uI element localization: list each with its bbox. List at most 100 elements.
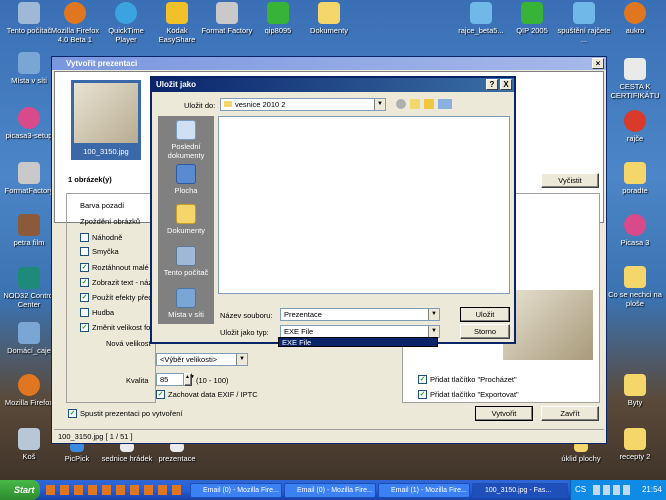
save-in-label: Uložit do:: [184, 101, 216, 110]
show-text-checkbox[interactable]: ✓: [80, 278, 89, 287]
desktop-icon-picasa[interactable]: Picasa 3: [606, 214, 664, 247]
status-text: 100_3150.jpg [ 1 / 51 ]: [58, 432, 133, 441]
save-button[interactable]: Uložit: [460, 307, 510, 322]
quality-range-label: (10 - 100): [196, 376, 229, 385]
thumbnail-selected[interactable]: 100_3150.jpg: [71, 80, 141, 160]
folder-icon: [624, 374, 646, 396]
picasa-icon: [624, 214, 646, 236]
language-indicator[interactable]: CS: [575, 480, 586, 500]
size-select[interactable]: <Výběr velikosti> ▼: [156, 353, 248, 366]
place-recent-documents[interactable]: Poslední dokumenty: [158, 120, 214, 160]
desktop-icon-domaci-caje[interactable]: Domácí_caje: [0, 322, 58, 355]
task-email-0-b[interactable]: Email (0) - Mozilla Fire...: [284, 483, 376, 498]
desktop-icon-byty[interactable]: Byty: [606, 374, 664, 407]
keep-exif-checkbox[interactable]: ✓: [156, 390, 165, 399]
desktop-icon-qip2005[interactable]: QIP 2005: [503, 2, 561, 35]
desktop-icon-firefox-beta[interactable]: Mozilla Firefox 4.0 Beta 1: [46, 2, 104, 44]
task-email-1[interactable]: Email (1) - Mozilla Fire...: [378, 483, 470, 498]
desktop-icon-co-se-nechci[interactable]: Co se nechci na ploše: [606, 266, 664, 308]
recycle-bin-icon: [18, 428, 40, 450]
music-checkbox[interactable]: [80, 308, 89, 317]
desktop-icon-uklid-plochy[interactable]: úklid plochy: [552, 442, 610, 463]
save-as-titlebar[interactable]: Uložit jako ? X: [152, 78, 514, 92]
resize-checkbox[interactable]: ✓: [80, 323, 89, 332]
desktop-icon-format-factory[interactable]: Format Factory: [198, 2, 256, 35]
taskbar: Start Email (0) - Mozilla Fire... Email …: [0, 480, 666, 500]
places-bar: Poslední dokumenty Plocha Dokumenty Tent…: [158, 116, 214, 324]
save-in-combo[interactable]: vesnice 2010 2 ▼: [220, 98, 386, 111]
desktop-icon-prezentace[interactable]: prezentace: [148, 442, 206, 463]
desktop-icon-petra-film[interactable]: petra film: [0, 214, 58, 247]
desktop-icon-mista-v-siti[interactable]: Místa v síti: [0, 52, 58, 85]
close-icon[interactable]: X: [500, 79, 512, 90]
place-my-computer[interactable]: Tento počítač: [158, 246, 214, 277]
desktop-icon-recepty[interactable]: recepty 2: [606, 428, 664, 461]
resize-label: Změnit velikost for: [92, 323, 153, 332]
quality-stepper[interactable]: ▲▼: [184, 373, 195, 386]
random-checkbox[interactable]: [80, 233, 89, 242]
desktop-icon: [176, 164, 196, 184]
create-slideshow-titlebar[interactable]: Vytvořit prezentaci ×: [52, 57, 606, 70]
place-network[interactable]: Místa v síti: [158, 288, 214, 319]
window-title: Vytvořit prezentaci: [66, 59, 138, 68]
random-label: Náhodně: [92, 233, 123, 242]
desktop-icon-aukro[interactable]: aukro: [606, 2, 664, 35]
new-folder-icon[interactable]: [424, 99, 434, 109]
recent-documents-icon: [176, 120, 196, 140]
add-exportovat-checkbox[interactable]: ✓: [418, 390, 427, 399]
firefox-icon: [624, 2, 646, 24]
start-after-checkbox[interactable]: ✓: [68, 409, 77, 418]
effects-label: Použít efekty přech: [92, 293, 157, 302]
task-email-0-a[interactable]: Email (0) - Mozilla Fire...: [190, 483, 282, 498]
qip-icon: [267, 2, 289, 24]
up-folder-icon[interactable]: [410, 99, 420, 109]
create-button[interactable]: Vytvořit: [475, 406, 533, 421]
desktop-icon-formatfactory[interactable]: FormatFactory: [0, 162, 58, 195]
keep-exif-label: Zachovat data EXIF / IPTC: [168, 390, 258, 399]
start-button[interactable]: Start: [0, 480, 40, 500]
desktop-icon-qip8095[interactable]: qip8095: [249, 2, 307, 35]
cancel-button[interactable]: Storno: [460, 324, 510, 339]
desktop-icon-mozilla-firefox[interactable]: Mozilla Firefox: [0, 374, 58, 407]
desktop-icon-quicktime[interactable]: QuickTime Player: [97, 2, 155, 44]
desktop-icon-picasa-setup[interactable]: picasa3-setup: [0, 107, 58, 140]
bg-color-label: Barva pozadí: [80, 201, 125, 210]
view-menu-icon[interactable]: [438, 99, 452, 109]
add-prochazet-checkbox[interactable]: ✓: [418, 375, 427, 384]
desktop-icon-spusteni-rajcete[interactable]: spuštění rajčete ...: [555, 2, 613, 44]
clock[interactable]: 21:54: [642, 480, 662, 500]
quicklaunch-icons: [46, 485, 186, 495]
desktop-icon-poradte[interactable]: poradte: [606, 162, 664, 195]
effects-checkbox[interactable]: ✓: [80, 293, 89, 302]
shortcut-icon: [573, 2, 595, 24]
quality-input[interactable]: 85: [156, 373, 184, 386]
task-faststone[interactable]: 100_3150.jpg - Fas...: [472, 483, 568, 498]
add-exportovat-label: Přidat tlačítko "Exportovat": [430, 390, 519, 399]
desktop-icon-dokumenty[interactable]: Dokumenty: [300, 2, 358, 35]
filetype-option[interactable]: EXE File: [278, 337, 438, 347]
image-count-label: 1 obrázek(y): [68, 175, 112, 184]
tray-icons: [593, 485, 633, 495]
help-icon[interactable]: ?: [486, 79, 498, 90]
file-list[interactable]: [218, 116, 510, 294]
desktop-icon-rajce-beta[interactable]: rajce_beta5...: [452, 2, 510, 35]
thumbnail-caption: 100_3150.jpg: [83, 147, 129, 156]
filetype-label: Uložit jako typ:: [220, 328, 269, 337]
desktop-icon-rajce[interactable]: rajče: [606, 110, 664, 143]
place-documents[interactable]: Dokumenty: [158, 204, 214, 235]
place-desktop[interactable]: Plocha: [158, 164, 214, 195]
installer-icon: [470, 2, 492, 24]
filename-input[interactable]: Prezentace ▼: [280, 308, 440, 321]
close-button[interactable]: Zavřít: [541, 406, 599, 421]
back-icon[interactable]: [396, 99, 406, 109]
folder-icon: [624, 428, 646, 450]
clear-button[interactable]: Vyčistit: [541, 173, 599, 188]
video-icon: [18, 214, 40, 236]
loop-checkbox[interactable]: [80, 247, 89, 256]
desktop-icon-cesta-certifikat[interactable]: CESTA K CERTIFIKÁTU: [606, 58, 664, 100]
stretch-checkbox[interactable]: ✓: [80, 263, 89, 272]
close-icon[interactable]: ×: [592, 58, 604, 69]
delay-label: Zpoždění obrázků: [80, 217, 141, 226]
chevron-down-icon: ▼: [428, 326, 439, 337]
desktop-icon-nod32[interactable]: NOD32 Control Center: [0, 267, 58, 309]
